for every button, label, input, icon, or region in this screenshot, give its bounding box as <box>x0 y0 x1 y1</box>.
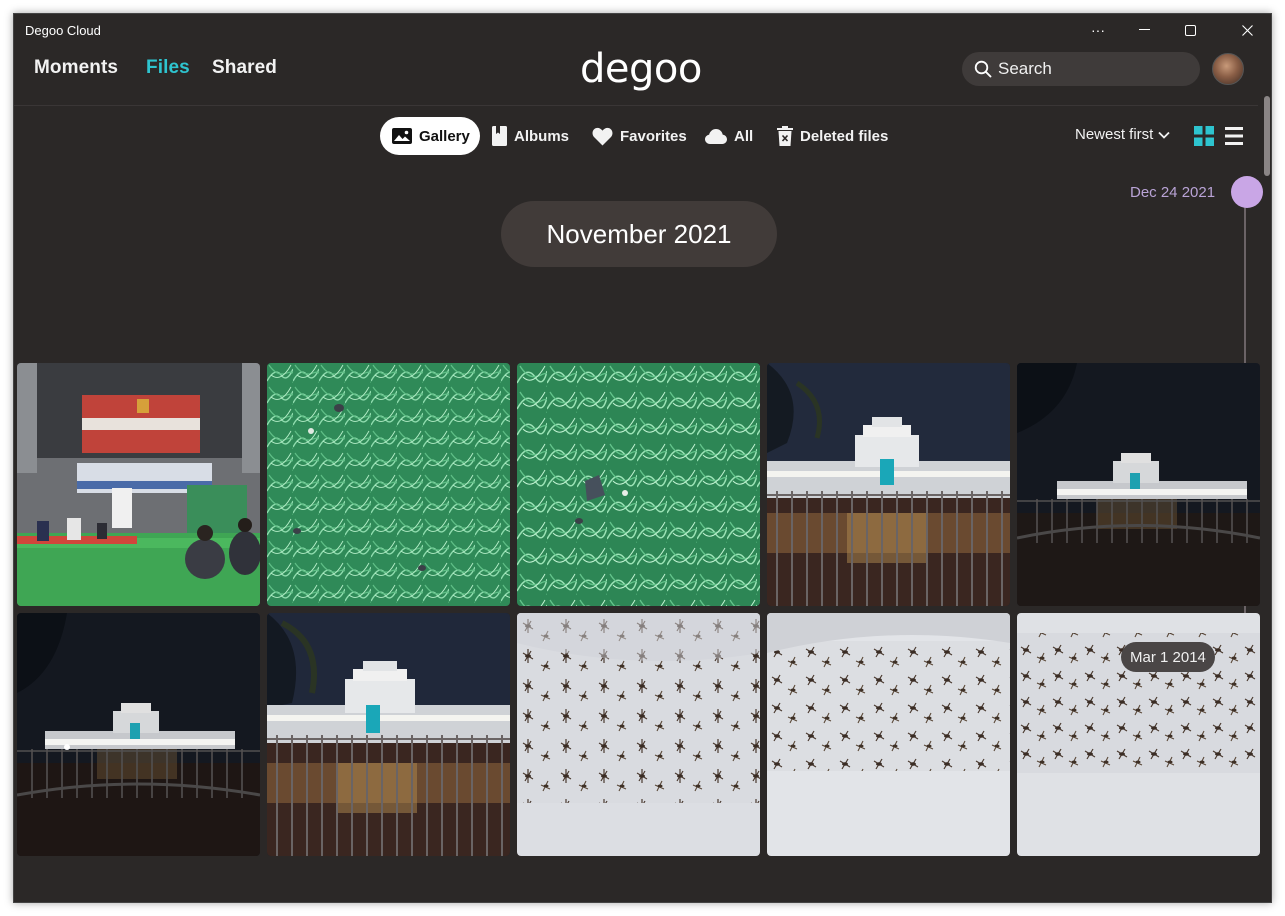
sort-dropdown[interactable]: Newest first <box>1075 126 1170 143</box>
photo-thumbnail[interactable] <box>767 363 1010 606</box>
photo-thumbnail[interactable] <box>1017 363 1260 606</box>
list-view-icon[interactable] <box>1224 126 1244 146</box>
tab-gallery-label: Gallery <box>419 127 470 145</box>
photo-thumbnail[interactable] <box>517 363 760 606</box>
sort-label: Newest first <box>1075 126 1154 143</box>
search-input[interactable] <box>998 52 1188 86</box>
header-divider <box>14 105 1258 106</box>
month-header: November 2021 <box>501 201 777 267</box>
tab-albums-label: Albums <box>514 127 570 145</box>
minimize-button[interactable] <box>1121 14 1167 46</box>
tab-albums[interactable]: Albums <box>492 117 569 155</box>
scrollbar-thumb[interactable] <box>1264 96 1270 176</box>
tab-gallery[interactable]: Gallery <box>380 117 480 155</box>
photo-thumbnail[interactable] <box>267 613 510 856</box>
title-bar: Degoo Cloud ··· <box>14 14 1271 46</box>
cloud-icon <box>705 128 727 144</box>
degoo-logo: degoo <box>580 46 702 92</box>
tab-all-label: All <box>734 127 754 145</box>
search-box[interactable] <box>962 52 1200 86</box>
nav-files[interactable]: Files <box>146 57 190 79</box>
trash-icon <box>777 126 793 146</box>
photo-thumbnail[interactable] <box>517 613 760 856</box>
album-icon <box>492 126 507 146</box>
heart-icon <box>592 127 613 145</box>
photo-grid <box>17 363 1260 856</box>
tab-deleted-label: Deleted files <box>800 127 889 145</box>
nav-moments[interactable]: Moments <box>34 57 118 79</box>
tab-favorites-label: Favorites <box>620 127 687 145</box>
more-options-icon[interactable]: ··· <box>1075 14 1121 46</box>
tab-deleted-files[interactable]: Deleted files <box>777 117 888 155</box>
app-title: Degoo Cloud <box>25 23 101 38</box>
avatar[interactable] <box>1212 53 1244 85</box>
photo-thumbnail[interactable] <box>17 613 260 856</box>
nav-shared[interactable]: Shared <box>212 57 277 79</box>
app-window: Degoo Cloud ··· Moments Files Shared deg… <box>13 13 1272 903</box>
photo-thumbnail[interactable] <box>267 363 510 606</box>
image-icon <box>392 128 412 144</box>
tab-favorites[interactable]: Favorites <box>592 117 687 155</box>
search-icon <box>974 60 992 78</box>
grid-view-icon[interactable] <box>1194 126 1214 146</box>
timeline-date-bubble: Mar 1 2014 <box>1121 642 1215 672</box>
photo-thumbnail[interactable] <box>767 613 1010 856</box>
timeline-handle[interactable] <box>1231 176 1263 208</box>
chevron-down-icon <box>1158 131 1170 139</box>
photo-thumbnail[interactable] <box>17 363 260 606</box>
timeline-top-date: Dec 24 2021 <box>1130 184 1216 201</box>
tab-all[interactable]: All <box>705 117 753 155</box>
close-button[interactable] <box>1224 14 1270 46</box>
maximize-button[interactable] <box>1167 14 1213 46</box>
